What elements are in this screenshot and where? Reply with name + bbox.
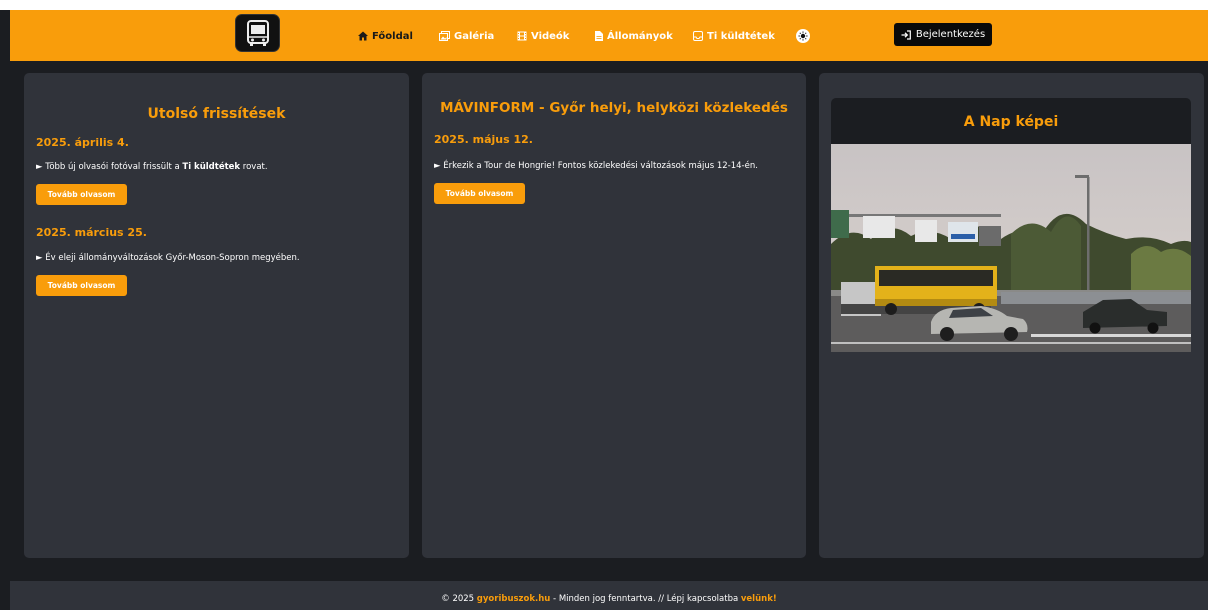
updates-title: Utolsó frissítések xyxy=(147,106,286,122)
mavinform-title: MÁVINFORM - Győr helyi, helyközi közleke… xyxy=(440,100,788,116)
footer-site-name: gyoribuszok.hu xyxy=(476,594,551,604)
login-button-label: Bejelentkezés xyxy=(915,29,986,40)
updates-card: Utolsó frissítések 2025. április 4. ► Tö… xyxy=(24,73,409,558)
sign-in-icon xyxy=(901,29,911,40)
mavinform-card: MÁVINFORM - Győr helyi, helyközi közleke… xyxy=(422,73,806,558)
nav-item-submissions[interactable]: Ti küldtétek xyxy=(693,28,775,44)
contact-link[interactable]: velünk! xyxy=(741,594,777,604)
top-strip xyxy=(0,0,1208,10)
home-icon xyxy=(358,31,368,41)
photo-of-day-image[interactable] xyxy=(831,144,1191,352)
sun-icon xyxy=(798,31,808,41)
read-more-button[interactable]: Tovább olvasom xyxy=(434,183,525,204)
film-icon xyxy=(517,31,527,41)
nav-item-label: Galéria xyxy=(454,30,495,42)
photo-header: A Nap képei xyxy=(831,98,1191,144)
news-text-part: ► Több új olvasói fotóval frissült a xyxy=(36,162,183,172)
nav-item-label: Főoldal xyxy=(372,30,413,42)
footer: © 2025 gyoribuszok.hu - Minden jog fennt… xyxy=(10,581,1208,610)
nav-item-label: Videók xyxy=(531,30,570,42)
news-date: 2025. március 25. xyxy=(36,226,147,239)
footer-copyright: © 2025 xyxy=(441,594,477,604)
news-text: ► Több új olvasói fotóval frissült a Ti … xyxy=(36,162,268,172)
main-content: Utolsó frissítések 2025. április 4. ► Tö… xyxy=(10,61,1208,581)
navbar: Főoldal Galéria Videók Állományok Ti kül… xyxy=(10,10,1208,61)
news-text-part: rovat. xyxy=(240,162,268,172)
news-text: ► Érkezik a Tour de Hongrie! Fontos közl… xyxy=(434,161,758,171)
images-icon xyxy=(439,31,450,41)
bus-icon xyxy=(246,20,269,46)
login-button[interactable]: Bejelentkezés xyxy=(894,23,992,46)
nav-item-stock[interactable]: Állományok xyxy=(595,28,673,44)
footer-text: - Minden jog fenntartva. // Lépj kapcsol… xyxy=(550,594,741,604)
news-date: 2025. április 4. xyxy=(36,136,129,149)
nav-item-videos[interactable]: Videók xyxy=(517,28,569,44)
theme-toggle-button[interactable] xyxy=(796,29,810,43)
news-text-highlight: Ti küldtétek xyxy=(182,162,241,172)
site-logo[interactable] xyxy=(235,14,280,52)
photo-of-day-card: A Nap képei xyxy=(819,73,1204,558)
nav-item-label: Ti küldtétek xyxy=(707,30,775,42)
bus-photo xyxy=(831,144,1191,352)
nav-item-gallery[interactable]: Galéria xyxy=(439,28,494,44)
read-more-button[interactable]: Tovább olvasom xyxy=(36,184,127,205)
news-text: ► Év eleji állományváltozások Győr-Moson… xyxy=(36,253,300,263)
nav-item-home[interactable]: Főoldal xyxy=(358,28,413,44)
nav-item-label: Állományok xyxy=(607,30,673,42)
news-date: 2025. május 12. xyxy=(434,133,533,146)
inbox-icon xyxy=(693,31,703,41)
photo-of-day-title: A Nap képei xyxy=(963,114,1059,130)
file-icon xyxy=(595,31,603,41)
read-more-button[interactable]: Tovább olvasom xyxy=(36,275,127,296)
